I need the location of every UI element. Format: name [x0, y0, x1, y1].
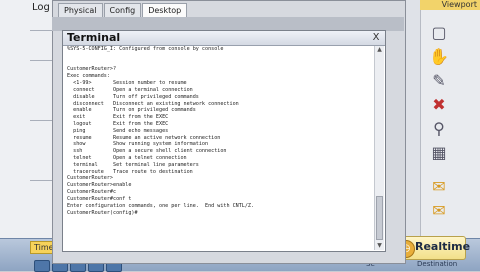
divider	[30, 30, 52, 31]
terminal-line: logout Exit from the EXEC	[67, 120, 169, 127]
terminal-line: %SYS-5-CONFIG_I: Configured from console…	[67, 46, 224, 52]
add-complex-pdu-icon[interactable]: ✉	[428, 200, 450, 220]
tab-content-header	[52, 17, 404, 31]
delete-icon[interactable]: ✖	[428, 94, 450, 114]
terminal-line: enable Turn on privileged commands	[67, 107, 196, 114]
divider	[30, 60, 52, 61]
log-panel: Log	[0, 0, 57, 238]
resize-icon[interactable]: ▦	[428, 142, 450, 162]
terminal-line: disable Turn off privileged commands	[67, 93, 199, 100]
tab-config[interactable]: Config	[103, 3, 142, 17]
destination-label: Destination	[417, 260, 458, 268]
divider	[30, 120, 52, 121]
viewport-label: Viewport	[420, 0, 480, 10]
terminal-line: CustomerRouter#conf t	[67, 195, 132, 202]
scroll-up-icon[interactable]: ▲	[375, 46, 384, 54]
close-icon[interactable]: X	[371, 33, 381, 43]
divider	[30, 180, 52, 181]
tab-desktop[interactable]: Desktop	[142, 3, 188, 17]
scrollbar-thumb[interactable]	[376, 196, 383, 240]
device-category-icon[interactable]	[34, 260, 50, 272]
log-label: Log	[32, 2, 50, 13]
terminal-line: CustomerRouter(config)#	[67, 209, 138, 216]
terminal-line: show Show running system information	[67, 141, 209, 148]
terminal-line: ssh Open a secure shell client connectio…	[67, 148, 227, 155]
select-icon[interactable]: ▢	[428, 22, 450, 42]
zoom-icon[interactable]: ⚲	[428, 118, 450, 138]
terminal-scrollbar[interactable]: ▲ ▼	[374, 46, 384, 250]
terminal-line: resume Resume an active network connecti…	[67, 134, 221, 141]
terminal-line: CustomerRouter#c	[67, 189, 117, 196]
terminal-line: telnet Open a telnet connection	[67, 155, 187, 161]
terminal-line: Enter configuration commands, one per li…	[67, 202, 255, 209]
terminal-line: terminal Set terminal line parameters	[67, 161, 199, 168]
hand-icon[interactable]: ✋	[428, 46, 450, 66]
terminal-line: exit Exit from the EXEC	[67, 114, 169, 121]
terminal-window: Terminal X %SYS-5-CONFIG_I: Configured f…	[62, 30, 386, 252]
realtime-label: Realtime	[415, 240, 471, 253]
add-simple-pdu-icon[interactable]: ✉	[428, 176, 450, 196]
terminal-title-bar: Terminal X	[63, 31, 385, 46]
terminal-line: <1-99> Session number to resume	[67, 80, 187, 87]
terminal-line: Exec commands:	[67, 73, 110, 80]
tab-physical[interactable]: Physical	[58, 3, 103, 17]
terminal-line: CustomerRouter>	[67, 175, 114, 182]
terminal-output[interactable]: %SYS-5-CONFIG_I: Configured from console…	[67, 46, 373, 250]
terminal-line: traceroute Trace route to destination	[67, 168, 193, 175]
terminal-title: Terminal	[67, 31, 121, 44]
device-tabs: Physical Config Desktop	[58, 3, 188, 17]
terminal-line: ping Send echo messages	[67, 127, 169, 134]
terminal-line: CustomerRouter>?	[67, 66, 117, 73]
scroll-down-icon[interactable]: ▼	[375, 242, 384, 250]
terminal-line: disconnect Disconnect an existing networ…	[67, 100, 239, 107]
terminal-line: CustomerRouter>enable	[67, 182, 132, 189]
terminal-line: connect Open a terminal connection	[67, 86, 193, 93]
note-icon[interactable]: ✎	[428, 70, 450, 90]
